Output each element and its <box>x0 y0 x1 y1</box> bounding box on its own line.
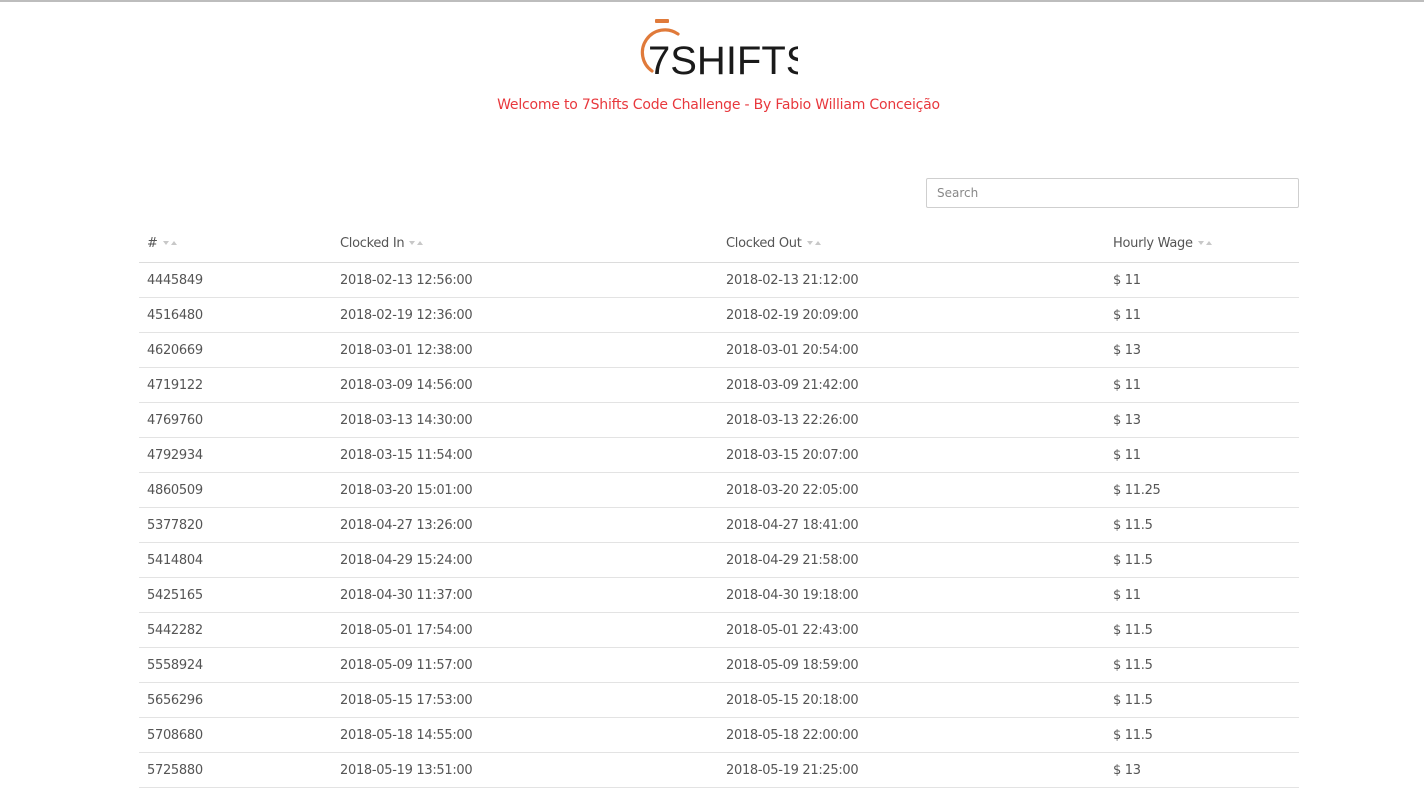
table-row: 5708680 2018-05-18 14:55:00 2018-05-18 22:… <box>139 717 1299 753</box>
cell-clocked-in: 2018-03-20 15:01:00 <box>332 472 718 508</box>
column-header-id[interactable]: # <box>139 224 332 263</box>
welcome-message: Welcome to 7Shifts Code Challenge - By F… <box>497 97 940 113</box>
table-row: 5725880 2018-05-19 13:51:00 2018-05-19 21:… <box>139 752 1299 788</box>
top-border <box>0 0 1424 2</box>
column-header-clocked-in[interactable]: Clocked In <box>332 224 718 263</box>
cell-hourly-wage: $ 13 <box>1105 752 1299 788</box>
cell-clocked-out: 2018-02-13 21:12:00 <box>718 262 1105 298</box>
cell-id: 4769760 <box>139 402 332 438</box>
cell-id: 4792934 <box>139 437 332 473</box>
column-header-label: Hourly Wage <box>1113 235 1193 251</box>
cell-clocked-out: 2018-05-09 18:59:00 <box>718 647 1105 683</box>
sort-icon[interactable] <box>806 236 823 251</box>
table-row: 5377820 2018-04-27 13:26:00 2018-04-27 18:… <box>139 507 1299 543</box>
cell-clocked-out: 2018-03-15 20:07:00 <box>718 437 1105 473</box>
cell-id: 4860509 <box>139 472 332 508</box>
column-header-label: Clocked Out <box>726 235 802 251</box>
cell-id: 5414804 <box>139 542 332 578</box>
cell-clocked-in: 2018-04-27 13:26:00 <box>332 507 718 543</box>
table-row: 5558924 2018-05-09 11:57:00 2018-05-09 18:… <box>139 647 1299 683</box>
table-row: 4516480 2018-02-19 12:36:00 2018-02-19 20:… <box>139 297 1299 333</box>
cell-id: 5656296 <box>139 682 332 718</box>
cell-id: 5708680 <box>139 717 332 753</box>
table-row: 5442282 2018-05-01 17:54:00 2018-05-01 22:… <box>139 612 1299 648</box>
column-header-clocked-out[interactable]: Clocked Out <box>718 224 1105 263</box>
cell-clocked-out: 2018-04-30 19:18:00 <box>718 577 1105 613</box>
column-header-hourly-wage[interactable]: Hourly Wage <box>1105 224 1299 263</box>
cell-id: 5725880 <box>139 752 332 788</box>
cell-hourly-wage: $ 11 <box>1105 437 1299 473</box>
cell-clocked-in: 2018-04-30 11:37:00 <box>332 577 718 613</box>
cell-clocked-out: 2018-05-15 20:18:00 <box>718 682 1105 718</box>
table-row: 5414804 2018-04-29 15:24:00 2018-04-29 21:… <box>139 542 1299 578</box>
cell-hourly-wage: $ 11.25 <box>1105 472 1299 508</box>
table-row: 4620669 2018-03-01 12:38:00 2018-03-01 20:… <box>139 332 1299 368</box>
cell-clocked-in: 2018-05-18 14:55:00 <box>332 717 718 753</box>
sort-icon[interactable] <box>409 236 425 251</box>
cell-id: 4719122 <box>139 367 332 403</box>
cell-id: 4620669 <box>139 332 332 368</box>
cell-hourly-wage: $ 11.5 <box>1105 542 1299 578</box>
cell-clocked-in: 2018-05-19 13:51:00 <box>332 752 718 788</box>
sort-icon[interactable] <box>1197 236 1214 251</box>
column-header-label: # <box>147 235 158 251</box>
table-header-row: # Clocked In Clocked Out Hourly Wage <box>139 224 1299 263</box>
cell-clocked-in: 2018-05-15 17:53:00 <box>332 682 718 718</box>
table-row: 5656296 2018-05-15 17:53:00 2018-05-15 20:… <box>139 682 1299 718</box>
cell-clocked-out: 2018-05-01 22:43:00 <box>718 612 1105 648</box>
cell-clocked-in: 2018-02-13 12:56:00 <box>332 262 718 298</box>
cell-hourly-wage: $ 11.5 <box>1105 682 1299 718</box>
cell-id: 5442282 <box>139 612 332 648</box>
cell-clocked-in: 2018-04-29 15:24:00 <box>332 542 718 578</box>
cell-clocked-out: 2018-04-27 18:41:00 <box>718 507 1105 543</box>
search-container <box>926 178 1299 208</box>
cell-id: 5558924 <box>139 647 332 683</box>
cell-hourly-wage: $ 11.5 <box>1105 717 1299 753</box>
cell-clocked-in: 2018-02-19 12:36:00 <box>332 297 718 333</box>
cell-id: 4516480 <box>139 297 332 333</box>
cell-clocked-out: 2018-03-13 22:26:00 <box>718 402 1105 438</box>
table-row: 5425165 2018-04-30 11:37:00 2018-04-30 19:… <box>139 577 1299 613</box>
cell-hourly-wage: $ 13 <box>1105 402 1299 438</box>
cell-clocked-in: 2018-03-13 14:30:00 <box>332 402 718 438</box>
cell-hourly-wage: $ 13 <box>1105 332 1299 368</box>
cell-id: 5377820 <box>139 507 332 543</box>
table-row: 4719122 2018-03-09 14:56:00 2018-03-09 21:… <box>139 367 1299 403</box>
cell-clocked-out: 2018-02-19 20:09:00 <box>718 297 1105 333</box>
cell-hourly-wage: $ 11.5 <box>1105 507 1299 543</box>
cell-id: 5425165 <box>139 577 332 613</box>
cell-hourly-wage: $ 11.5 <box>1105 647 1299 683</box>
cell-clocked-out: 2018-03-09 21:42:00 <box>718 367 1105 403</box>
cell-hourly-wage: $ 11 <box>1105 262 1299 298</box>
svg-text:7SHIFTS: 7SHIFTS <box>648 39 798 76</box>
cell-clocked-out: 2018-05-18 22:00:00 <box>718 717 1105 753</box>
shifts-table: # Clocked In Clocked Out Hourly Wage 444… <box>139 224 1299 788</box>
cell-clocked-out: 2018-03-01 20:54:00 <box>718 332 1105 368</box>
table-row: 4792934 2018-03-15 11:54:00 2018-03-15 20:… <box>139 437 1299 473</box>
cell-hourly-wage: $ 11.5 <box>1105 612 1299 648</box>
table-row: 4769760 2018-03-13 14:30:00 2018-03-13 22:… <box>139 402 1299 438</box>
cell-clocked-in: 2018-05-09 11:57:00 <box>332 647 718 683</box>
cell-hourly-wage: $ 11 <box>1105 367 1299 403</box>
cell-clocked-in: 2018-03-15 11:54:00 <box>332 437 718 473</box>
cell-id: 4445849 <box>139 262 332 298</box>
sort-icon[interactable] <box>162 236 179 251</box>
stopwatch-logo-icon: 7SHIFTS <box>640 19 798 76</box>
cell-clocked-out: 2018-04-29 21:58:00 <box>718 542 1105 578</box>
column-header-label: Clocked In <box>340 235 405 251</box>
cell-clocked-in: 2018-03-09 14:56:00 <box>332 367 718 403</box>
cell-clocked-in: 2018-03-01 12:38:00 <box>332 332 718 368</box>
logo: 7SHIFTS <box>638 18 798 76</box>
cell-clocked-in: 2018-05-01 17:54:00 <box>332 612 718 648</box>
search-input[interactable] <box>926 178 1299 208</box>
table-row: 4860509 2018-03-20 15:01:00 2018-03-20 22:… <box>139 472 1299 508</box>
cell-hourly-wage: $ 11 <box>1105 577 1299 613</box>
cell-clocked-out: 2018-05-19 21:25:00 <box>718 752 1105 788</box>
cell-clocked-out: 2018-03-20 22:05:00 <box>718 472 1105 508</box>
table-row: 4445849 2018-02-13 12:56:00 2018-02-13 21:… <box>139 262 1299 298</box>
cell-hourly-wage: $ 11 <box>1105 297 1299 333</box>
